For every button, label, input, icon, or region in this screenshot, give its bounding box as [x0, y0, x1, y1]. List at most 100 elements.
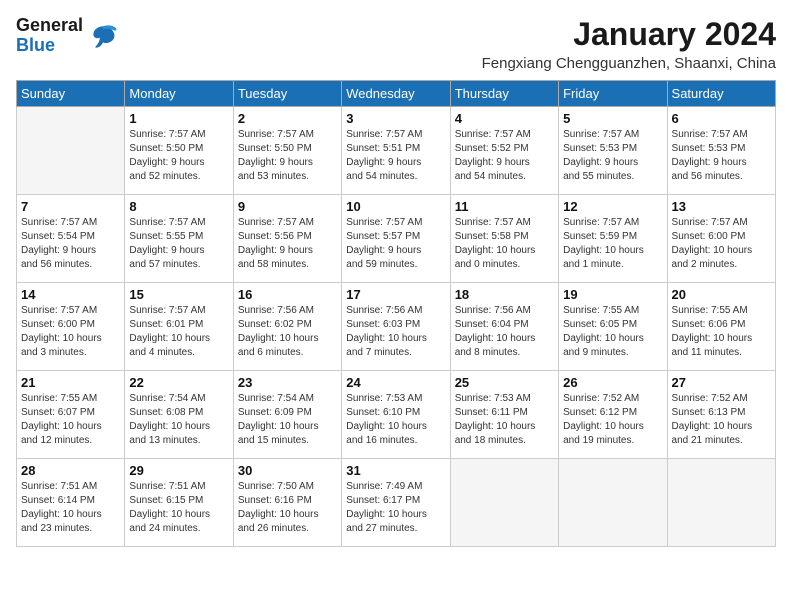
day-info: Sunrise: 7:57 AMSunset: 5:50 PMDaylight:…: [238, 128, 337, 184]
calendar-cell: 28 Sunrise: 7:51 AMSunset: 6:14 PMDayligh…: [17, 459, 125, 547]
day-number: 25: [455, 375, 554, 390]
calendar-cell: 15Sunrise: 7:57 AMSunset: 6:01 PMDayligh…: [125, 283, 233, 371]
col-sunday: Sunday: [17, 81, 125, 107]
col-wednesday: Wednesday: [342, 81, 450, 107]
day-info: Sunrise: 7:56 AMSunset: 6:04 PMDaylight:…: [455, 304, 554, 360]
day-info: Sunrise: 7:56 AMSunset: 6:03 PMDaylight:…: [346, 304, 445, 360]
calendar-cell: 7 Sunrise: 7:57 AMSunset: 5:54 PMDaylight…: [17, 195, 125, 283]
day-number: 17: [346, 287, 445, 302]
day-info: Sunrise: 7:57 AMSunset: 5:53 PMDaylight:…: [672, 128, 771, 184]
day-number: 21: [21, 375, 120, 390]
calendar-cell: 5 Sunrise: 7:57 AMSunset: 5:53 PMDaylight…: [559, 107, 667, 195]
day-number: 4: [455, 111, 554, 126]
calendar-cell: 16 Sunrise: 7:56 AMSunset: 6:02 PMDayligh…: [233, 283, 341, 371]
day-number: 6: [672, 111, 771, 126]
calendar-cell: 31 Sunrise: 7:49 AMSunset: 6:17 PMDayligh…: [342, 459, 450, 547]
calendar-cell: [667, 459, 775, 547]
calendar-cell: 6 Sunrise: 7:57 AMSunset: 5:53 PMDaylight…: [667, 107, 775, 195]
week-row-2: 7 Sunrise: 7:57 AMSunset: 5:54 PMDaylight…: [17, 195, 776, 283]
day-info: Sunrise: 7:49 AMSunset: 6:17 PMDaylight:…: [346, 480, 445, 536]
calendar-cell: [559, 459, 667, 547]
calendar-cell: 24 Sunrise: 7:53 AMSunset: 6:10 PMDayligh…: [342, 371, 450, 459]
day-info: Sunrise: 7:57 AMSunset: 5:50 PMDaylight:…: [129, 128, 228, 184]
day-info: Sunrise: 7:56 AMSunset: 6:02 PMDaylight:…: [238, 304, 337, 360]
calendar-cell: 25 Sunrise: 7:53 AMSunset: 6:11 PMDayligh…: [450, 371, 558, 459]
day-number: 5: [563, 111, 662, 126]
day-number: 22: [129, 375, 228, 390]
calendar-cell: [17, 107, 125, 195]
calendar-cell: 17 Sunrise: 7:56 AMSunset: 6:03 PMDayligh…: [342, 283, 450, 371]
day-info: Sunrise: 7:53 AMSunset: 6:11 PMDaylight:…: [455, 392, 554, 448]
day-number: 14: [21, 287, 120, 302]
calendar-cell: 12Sunrise: 7:57 AMSunset: 5:59 PMDayligh…: [559, 195, 667, 283]
week-row-3: 14Sunrise: 7:57 AMSunset: 6:00 PMDayligh…: [17, 283, 776, 371]
day-info: Sunrise: 7:54 AMSunset: 6:08 PMDaylight:…: [129, 392, 228, 448]
day-number: 8: [129, 199, 228, 214]
calendar-cell: 26Sunrise: 7:52 AMSunset: 6:12 PMDayligh…: [559, 371, 667, 459]
day-number: 27: [672, 375, 771, 390]
day-number: 1: [129, 111, 228, 126]
calendar-cell: 14Sunrise: 7:57 AMSunset: 6:00 PMDayligh…: [17, 283, 125, 371]
calendar-cell: 4 Sunrise: 7:57 AMSunset: 5:52 PMDaylight…: [450, 107, 558, 195]
calendar-cell: 9 Sunrise: 7:57 AMSunset: 5:56 PMDaylight…: [233, 195, 341, 283]
calendar-table: Sunday Monday Tuesday Wednesday Thursday…: [16, 80, 776, 547]
calendar-cell: 11 Sunrise: 7:57 AMSunset: 5:58 PMDayligh…: [450, 195, 558, 283]
day-number: 18: [455, 287, 554, 302]
week-row-4: 21 Sunrise: 7:55 AMSunset: 6:07 PMDayligh…: [17, 371, 776, 459]
logo-bird-icon: [87, 20, 119, 52]
calendar-cell: 8 Sunrise: 7:57 AMSunset: 5:55 PMDaylight…: [125, 195, 233, 283]
day-number: 30: [238, 463, 337, 478]
day-info: Sunrise: 7:53 AMSunset: 6:10 PMDaylight:…: [346, 392, 445, 448]
day-number: 7: [21, 199, 120, 214]
logo: General Blue: [16, 16, 119, 56]
day-number: 9: [238, 199, 337, 214]
day-info: Sunrise: 7:57 AMSunset: 5:54 PMDaylight:…: [21, 216, 120, 272]
day-info: Sunrise: 7:57 AMSunset: 5:56 PMDaylight:…: [238, 216, 337, 272]
calendar-cell: 27 Sunrise: 7:52 AMSunset: 6:13 PMDayligh…: [667, 371, 775, 459]
title-block: January 2024 Fengxiang Chengguanzhen, Sh…: [482, 16, 776, 72]
day-info: Sunrise: 7:57 AMSunset: 5:52 PMDaylight:…: [455, 128, 554, 184]
col-monday: Monday: [125, 81, 233, 107]
calendar-cell: 13Sunrise: 7:57 AMSunset: 6:00 PMDayligh…: [667, 195, 775, 283]
day-info: Sunrise: 7:57 AMSunset: 5:53 PMDaylight:…: [563, 128, 662, 184]
week-row-1: 1 Sunrise: 7:57 AMSunset: 5:50 PMDaylight…: [17, 107, 776, 195]
day-number: 23: [238, 375, 337, 390]
day-info: Sunrise: 7:50 AMSunset: 6:16 PMDaylight:…: [238, 480, 337, 536]
day-info: Sunrise: 7:57 AMSunset: 5:55 PMDaylight:…: [129, 216, 228, 272]
day-number: 3: [346, 111, 445, 126]
calendar-cell: 29 Sunrise: 7:51 AMSunset: 6:15 PMDayligh…: [125, 459, 233, 547]
calendar-cell: [450, 459, 558, 547]
col-saturday: Saturday: [667, 81, 775, 107]
day-number: 29: [129, 463, 228, 478]
calendar-cell: 21 Sunrise: 7:55 AMSunset: 6:07 PMDayligh…: [17, 371, 125, 459]
day-info: Sunrise: 7:52 AMSunset: 6:13 PMDaylight:…: [672, 392, 771, 448]
calendar-cell: 23 Sunrise: 7:54 AMSunset: 6:09 PMDayligh…: [233, 371, 341, 459]
day-number: 12: [563, 199, 662, 214]
day-number: 2: [238, 111, 337, 126]
location: Fengxiang Chengguanzhen, Shaanxi, China: [482, 55, 776, 72]
day-number: 13: [672, 199, 771, 214]
day-number: 11: [455, 199, 554, 214]
day-info: Sunrise: 7:51 AMSunset: 6:14 PMDaylight:…: [21, 480, 120, 536]
week-row-5: 28 Sunrise: 7:51 AMSunset: 6:14 PMDayligh…: [17, 459, 776, 547]
month-title: January 2024: [482, 16, 776, 53]
day-number: 28: [21, 463, 120, 478]
calendar-cell: 10Sunrise: 7:57 AMSunset: 5:57 PMDayligh…: [342, 195, 450, 283]
day-info: Sunrise: 7:57 AMSunset: 5:58 PMDaylight:…: [455, 216, 554, 272]
logo-blue: Blue: [16, 36, 83, 56]
col-tuesday: Tuesday: [233, 81, 341, 107]
calendar-cell: 19Sunrise: 7:55 AMSunset: 6:05 PMDayligh…: [559, 283, 667, 371]
day-info: Sunrise: 7:51 AMSunset: 6:15 PMDaylight:…: [129, 480, 228, 536]
day-number: 10: [346, 199, 445, 214]
day-number: 15: [129, 287, 228, 302]
day-info: Sunrise: 7:55 AMSunset: 6:06 PMDaylight:…: [672, 304, 771, 360]
day-number: 31: [346, 463, 445, 478]
logo-general: General: [16, 16, 83, 36]
calendar-cell: 18 Sunrise: 7:56 AMSunset: 6:04 PMDayligh…: [450, 283, 558, 371]
day-number: 24: [346, 375, 445, 390]
day-number: 16: [238, 287, 337, 302]
day-number: 20: [672, 287, 771, 302]
day-number: 19: [563, 287, 662, 302]
day-info: Sunrise: 7:55 AMSunset: 6:07 PMDaylight:…: [21, 392, 120, 448]
day-info: Sunrise: 7:54 AMSunset: 6:09 PMDaylight:…: [238, 392, 337, 448]
